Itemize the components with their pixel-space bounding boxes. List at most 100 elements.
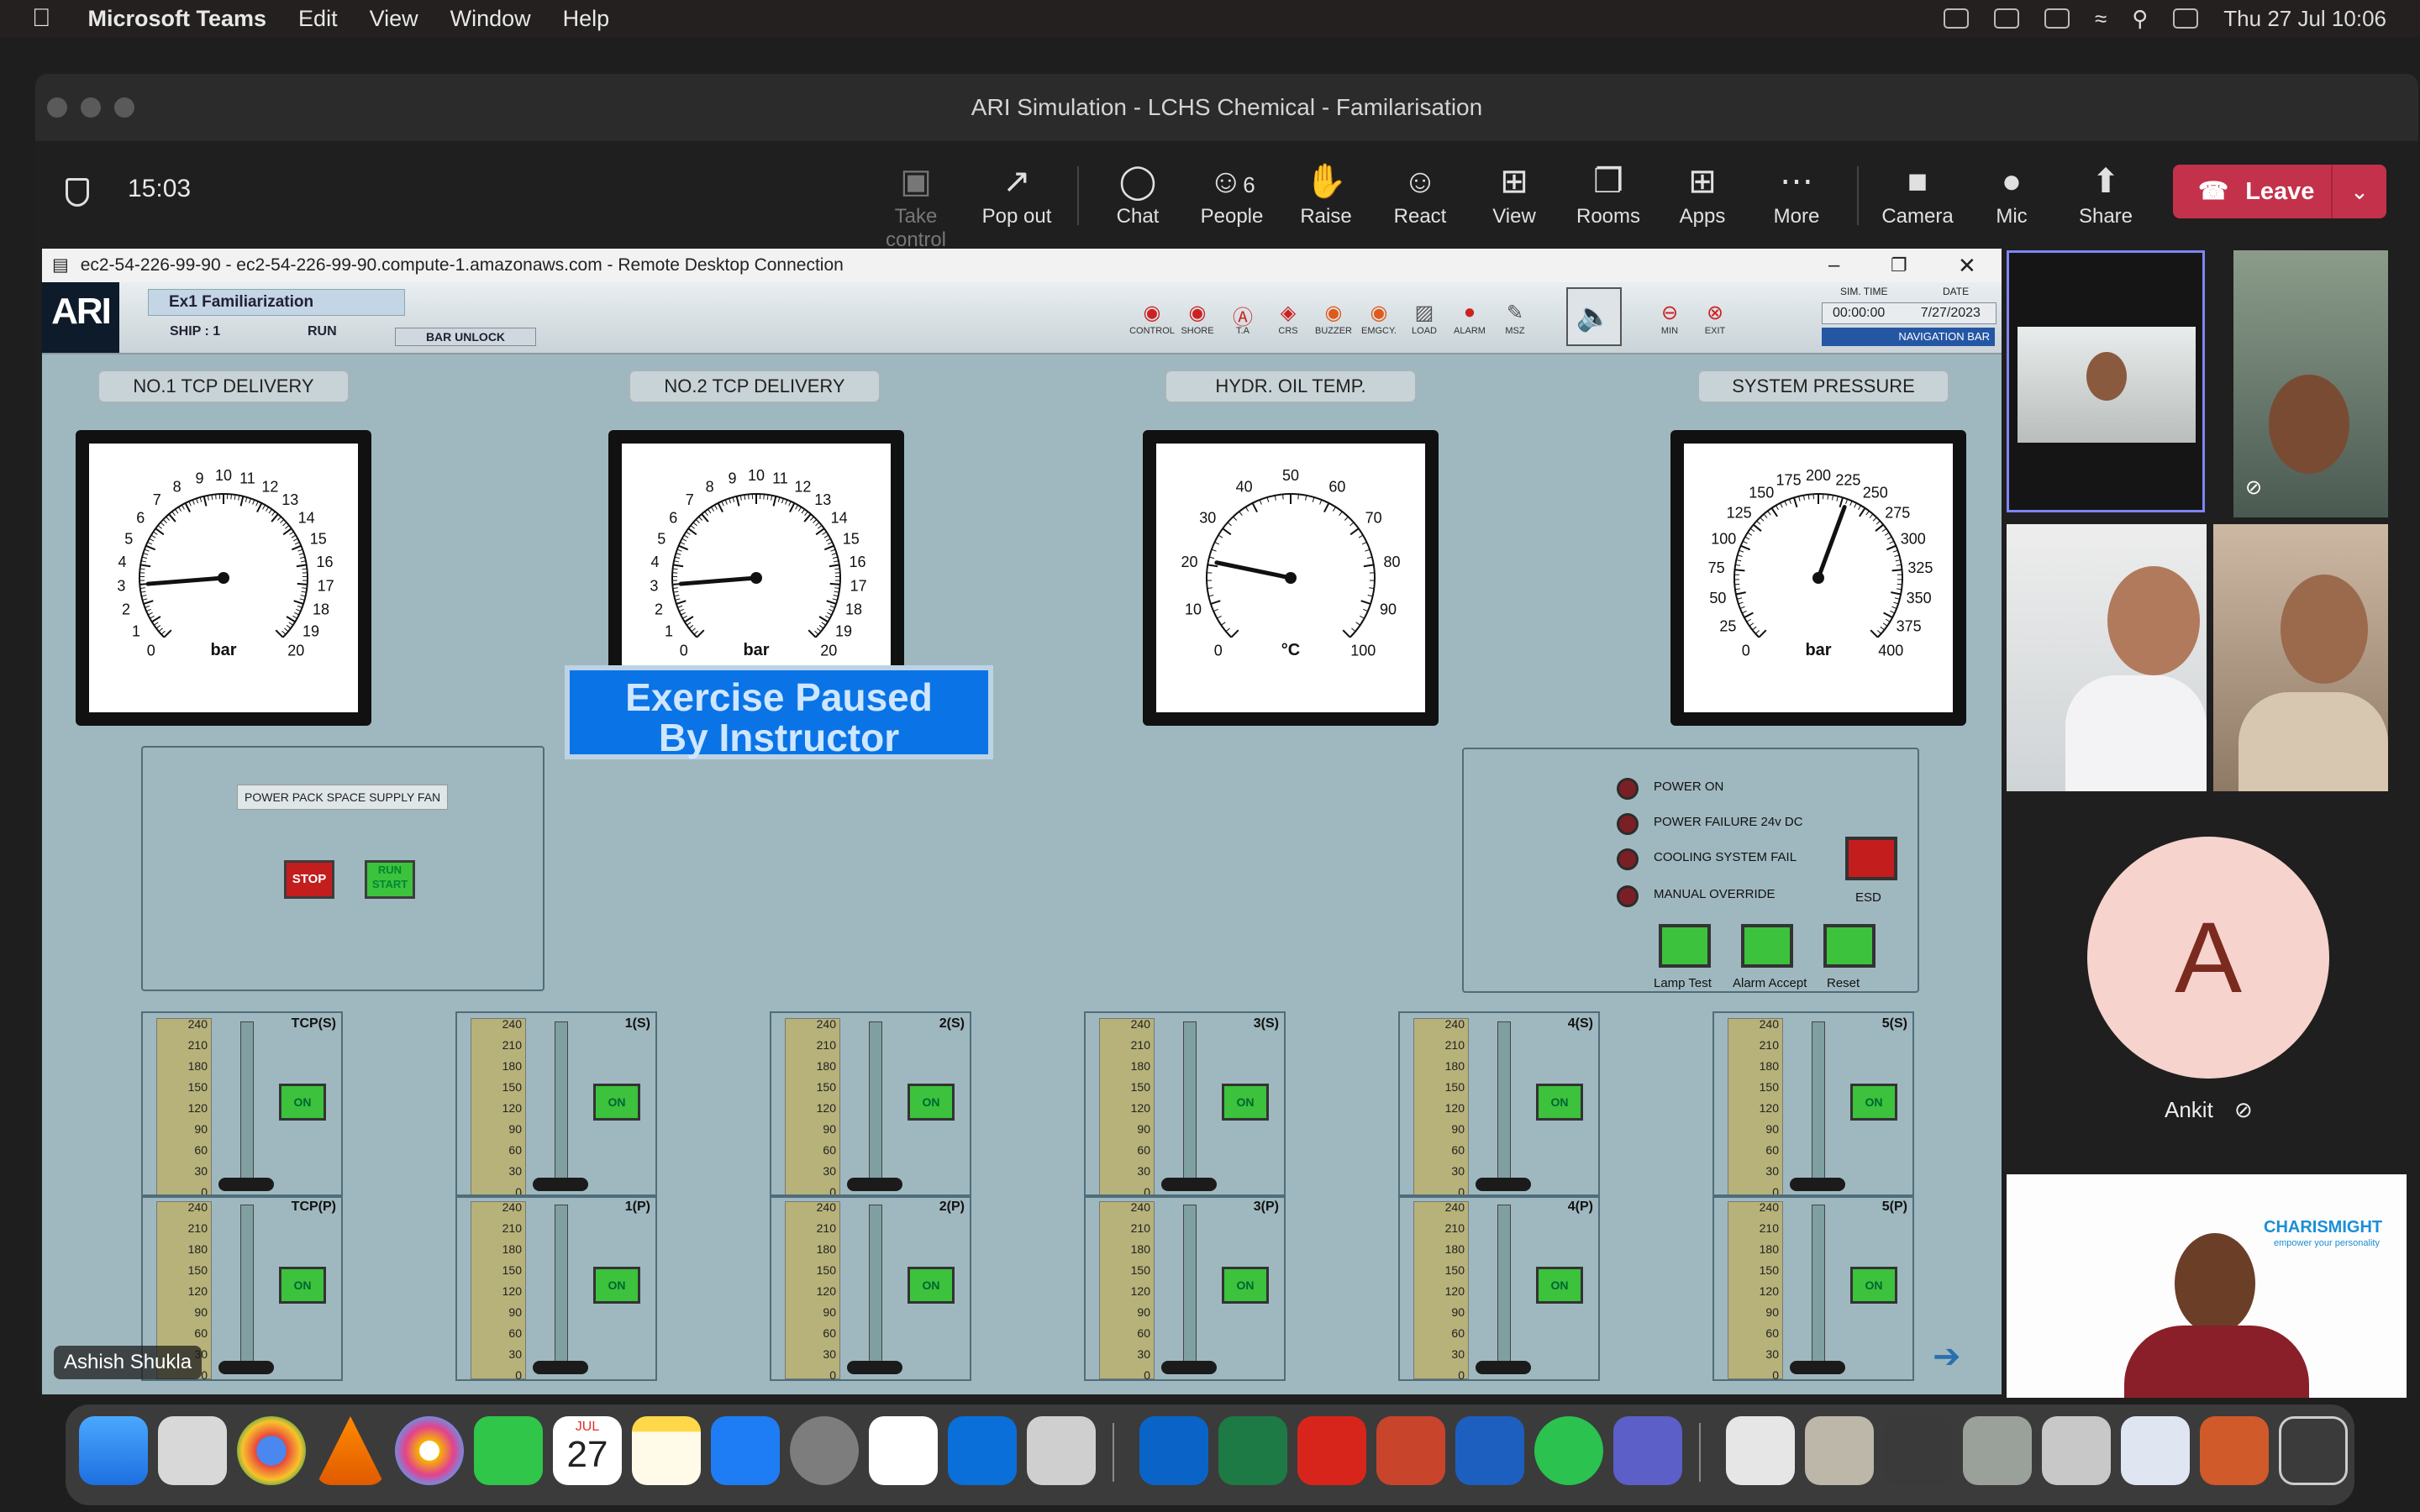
menu-app-name[interactable]: Microsoft Teams xyxy=(88,6,267,32)
window-title-bar: ARI Simulation - LCHS Chemical - Familar… xyxy=(35,74,2418,141)
pump-panel: 2(P) 240 210 180 150 120 90 60 30 0 ON xyxy=(770,1194,971,1382)
pump-handle[interactable] xyxy=(1790,1361,1845,1374)
pump-on-button[interactable]: ON xyxy=(1222,1267,1269,1304)
pump-handle[interactable] xyxy=(218,1361,274,1374)
scale-tick-label: 60 xyxy=(1137,1326,1150,1340)
participant-tile-4[interactable] xyxy=(2213,524,2388,791)
people-button[interactable]: ☺6 People xyxy=(1190,158,1274,242)
pump-handle[interactable] xyxy=(1476,1178,1531,1191)
rooms-button[interactable]: ❐ Rooms xyxy=(1566,158,1650,242)
pop-out-button[interactable]: ↗ Pop out xyxy=(975,158,1059,242)
control-center-icon[interactable] xyxy=(2173,8,2199,29)
camera-button[interactable]: ■ Camera xyxy=(1876,158,1960,242)
menubar-clock[interactable]: Thu 27 Jul 10:06 xyxy=(2223,6,2386,32)
menu-help[interactable]: Help xyxy=(563,6,610,32)
facetime-icon[interactable] xyxy=(474,1416,543,1485)
finder-icon[interactable] xyxy=(79,1416,148,1485)
recent-document-thumbnail[interactable] xyxy=(1884,1416,1953,1485)
recent-document-thumbnail[interactable] xyxy=(1963,1416,2032,1485)
calendar-icon[interactable]: JUL 27 xyxy=(553,1416,622,1485)
view-button[interactable]: ⊞ View xyxy=(1472,158,1556,242)
menu-window[interactable]: Window xyxy=(450,6,531,32)
system-settings-icon[interactable] xyxy=(790,1416,859,1485)
scale-tick-label: 60 xyxy=(1765,1143,1779,1157)
pump-handle[interactable] xyxy=(533,1361,588,1374)
pump-on-button[interactable]: ON xyxy=(279,1084,326,1121)
menu-view[interactable]: View xyxy=(370,6,418,32)
pump-handle[interactable] xyxy=(533,1178,588,1191)
pump-on-button[interactable]: ON xyxy=(279,1267,326,1304)
pump-on-button[interactable]: ON xyxy=(1536,1267,1583,1304)
outlook-icon[interactable] xyxy=(1139,1416,1208,1485)
pump-handle[interactable] xyxy=(1476,1361,1531,1374)
scale-tick-label: 90 xyxy=(508,1305,522,1319)
pump-on-button[interactable]: ON xyxy=(1222,1084,1269,1121)
onedrive-icon[interactable] xyxy=(948,1416,1017,1485)
recent-document-thumbnail[interactable] xyxy=(2042,1416,2111,1485)
pump-on-button[interactable]: ON xyxy=(1850,1267,1897,1304)
excel-icon[interactable] xyxy=(1218,1416,1287,1485)
pump-on-button[interactable]: ON xyxy=(1536,1084,1583,1121)
todo-icon[interactable] xyxy=(869,1416,938,1485)
trash-icon[interactable] xyxy=(2279,1416,2348,1485)
teams-status-icon[interactable] xyxy=(1993,8,2019,29)
scale-tick-label: 150 xyxy=(1130,1263,1150,1277)
apple-menu-icon[interactable]:  xyxy=(32,4,51,33)
pump-on-button[interactable]: ON xyxy=(593,1084,640,1121)
word-icon[interactable] xyxy=(1455,1416,1524,1485)
wifi-icon[interactable]: ≈ xyxy=(2095,6,2107,32)
recent-document-thumbnail[interactable] xyxy=(2121,1416,2190,1485)
menu-edit[interactable]: Edit xyxy=(298,6,338,32)
photos-icon[interactable] xyxy=(395,1416,464,1485)
scale-tick-label: 120 xyxy=(187,1284,208,1298)
chrome-icon[interactable] xyxy=(237,1416,306,1485)
chat-button[interactable]: ◯ Chat xyxy=(1096,158,1180,242)
whatsapp-icon[interactable] xyxy=(1534,1416,1603,1485)
launchpad-icon[interactable] xyxy=(158,1416,227,1485)
recent-document-thumbnail[interactable] xyxy=(2200,1416,2269,1485)
recent-document-thumbnail[interactable] xyxy=(1726,1416,1795,1485)
minimize-window-button[interactable] xyxy=(81,97,101,118)
participant-tile-2[interactable]: ⊘ xyxy=(2233,250,2388,517)
pump-handle[interactable] xyxy=(218,1178,274,1191)
pump-handle[interactable] xyxy=(1161,1361,1217,1374)
participant-tile-1[interactable] xyxy=(2007,250,2205,512)
avatar[interactable]: A xyxy=(2087,837,2329,1079)
leave-options-chevron-icon[interactable]: ⌄ xyxy=(2331,165,2386,218)
participant-tile-3[interactable] xyxy=(2007,524,2207,791)
react-button[interactable]: ☺ React xyxy=(1378,158,1462,242)
pump-handle[interactable] xyxy=(847,1178,902,1191)
pump-on-button[interactable]: ON xyxy=(1850,1084,1897,1121)
share-button[interactable]: ⬆ Share xyxy=(2064,158,2148,242)
take-control-button[interactable]: ▣ Take control xyxy=(865,158,966,251)
calculator-icon[interactable] xyxy=(1027,1416,1096,1485)
pump-handle[interactable] xyxy=(1790,1178,1845,1191)
mic-button[interactable]: ● Mic xyxy=(1970,158,2054,242)
acrobat-icon[interactable] xyxy=(1297,1416,1366,1485)
recent-document-thumbnail[interactable] xyxy=(1805,1416,1874,1485)
next-page-arrow-icon[interactable]: ➔ xyxy=(1933,1337,1961,1376)
powerpoint-icon[interactable] xyxy=(1376,1416,1445,1485)
app-store-icon[interactable] xyxy=(711,1416,780,1485)
pump-on-button[interactable]: ON xyxy=(908,1084,955,1121)
raise-hand-button[interactable]: ✋ Raise xyxy=(1284,158,1368,242)
scale-tick-label: 30 xyxy=(1451,1164,1465,1178)
pump-on-button[interactable]: ON xyxy=(908,1267,955,1304)
screen-share-status-icon[interactable] xyxy=(1943,8,1969,29)
pump-indicator-column xyxy=(869,1205,882,1366)
more-button[interactable]: ⋯ More xyxy=(1754,158,1839,242)
notes-icon[interactable] xyxy=(632,1416,701,1485)
pump-handle[interactable] xyxy=(1161,1178,1217,1191)
close-window-button[interactable] xyxy=(47,97,67,118)
teams-icon[interactable] xyxy=(1613,1416,1682,1485)
vlc-icon[interactable] xyxy=(316,1416,385,1485)
apps-button[interactable]: ⊞ Apps xyxy=(1660,158,1744,242)
zoom-window-button[interactable] xyxy=(114,97,134,118)
scale-tick-label: 210 xyxy=(1130,1038,1150,1052)
participant-tile-5[interactable]: CHARISMIGHT empower your personality xyxy=(2007,1174,2407,1398)
battery-icon[interactable] xyxy=(2044,8,2070,29)
pump-on-button[interactable]: ON xyxy=(593,1267,640,1304)
pump-scale: 240 210 180 150 120 90 60 30 0 xyxy=(471,1200,526,1382)
pump-handle[interactable] xyxy=(847,1361,902,1374)
spotlight-search-icon[interactable]: ⚲ xyxy=(2132,6,2148,32)
